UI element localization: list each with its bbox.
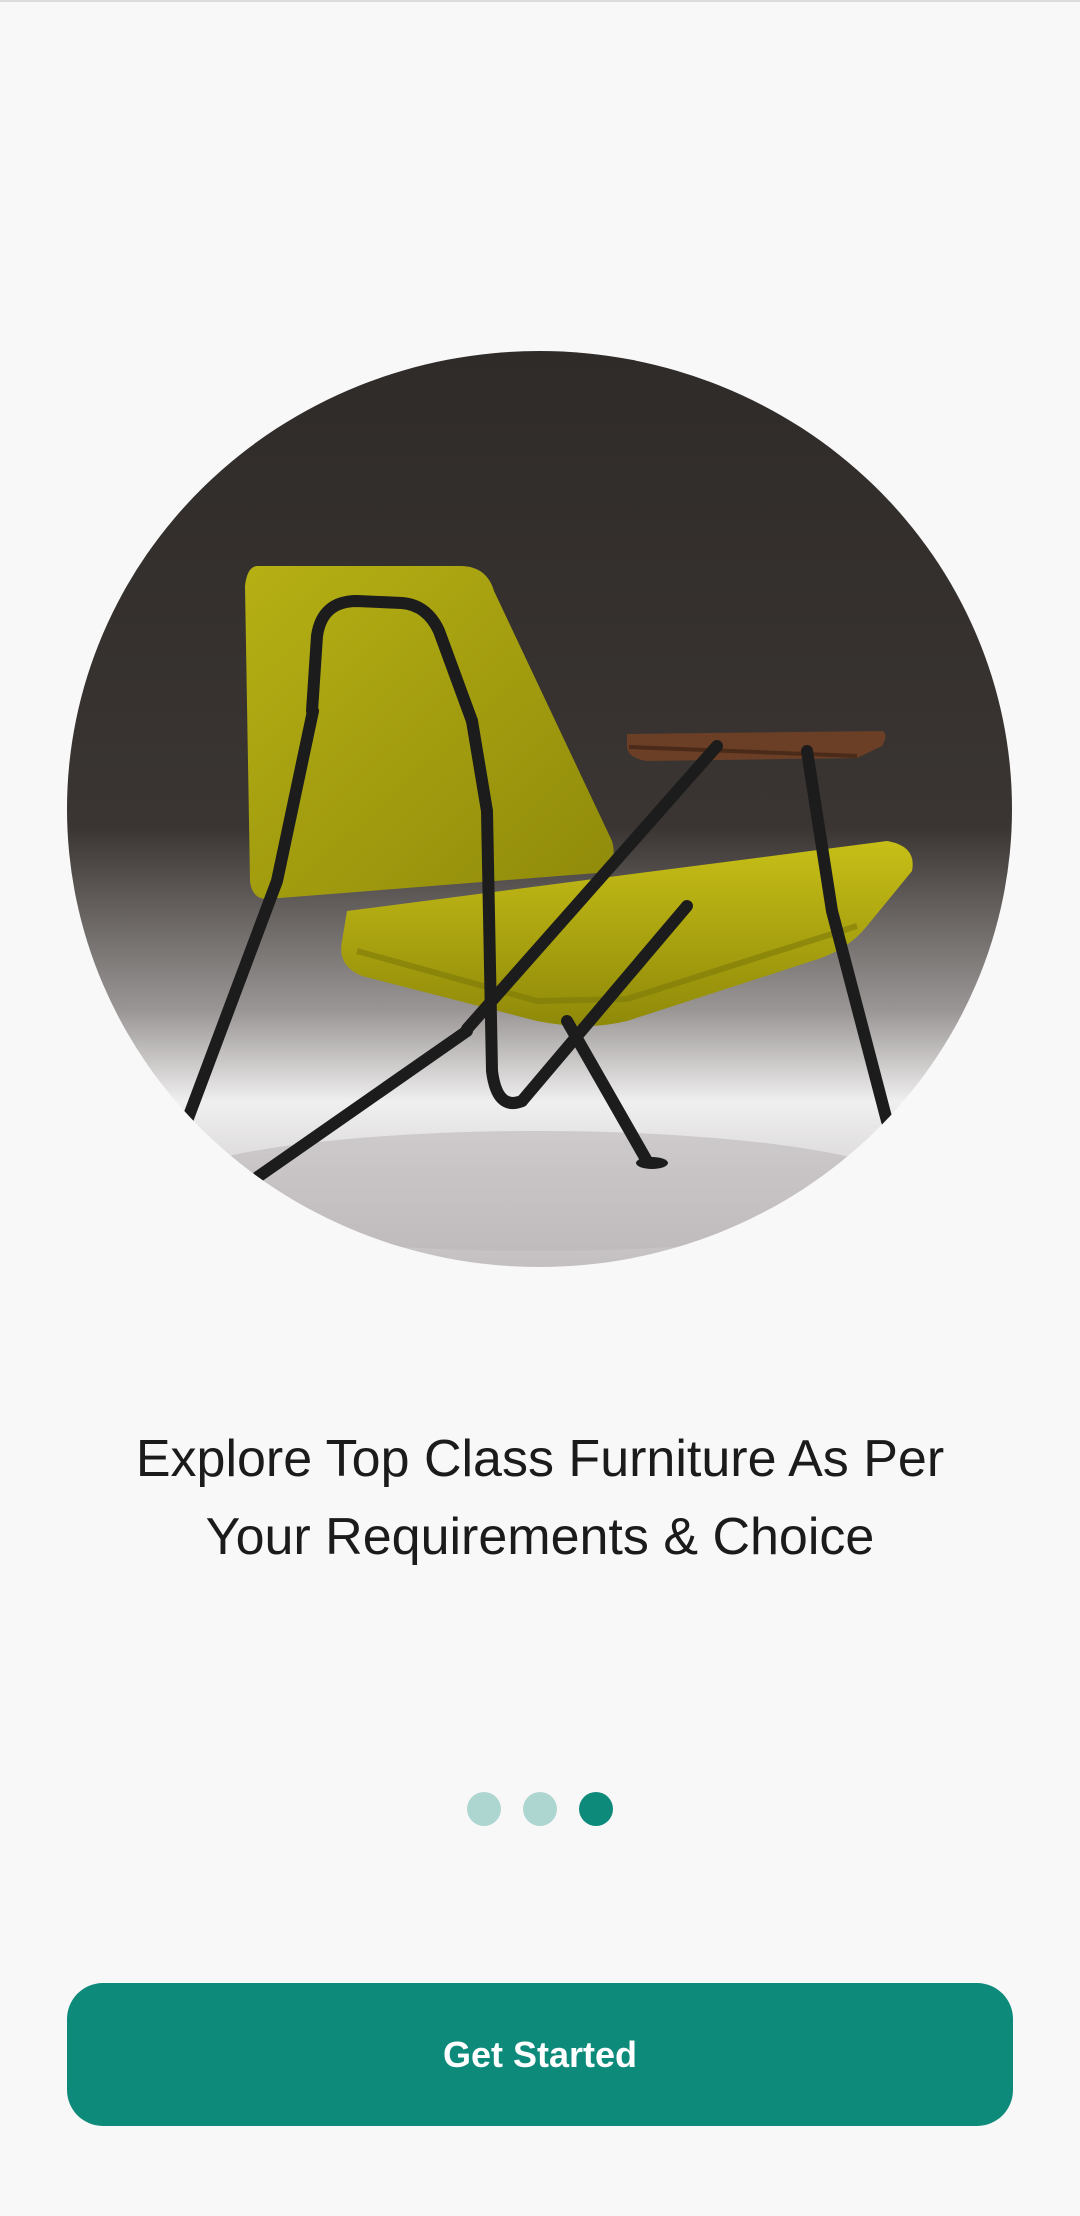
chair-illustration (67, 351, 1012, 1267)
page-indicator (0, 1792, 1080, 1828)
headline-line-2: Your Requirements & Choice (205, 1508, 875, 1566)
get-started-button[interactable]: Get Started (67, 1983, 1013, 2126)
headline-line-1: Explore Top Class Furniture As Per (135, 1430, 945, 1488)
status-divider (0, 0, 1080, 2)
page-dot-2[interactable] (523, 1792, 557, 1826)
hero-image-chair (67, 351, 1012, 1267)
page-dot-3-active[interactable] (579, 1792, 613, 1826)
onboarding-headline: Explore Top Class Furniture As Per Your … (80, 1420, 1000, 1576)
page-dot-1[interactable] (467, 1792, 501, 1826)
